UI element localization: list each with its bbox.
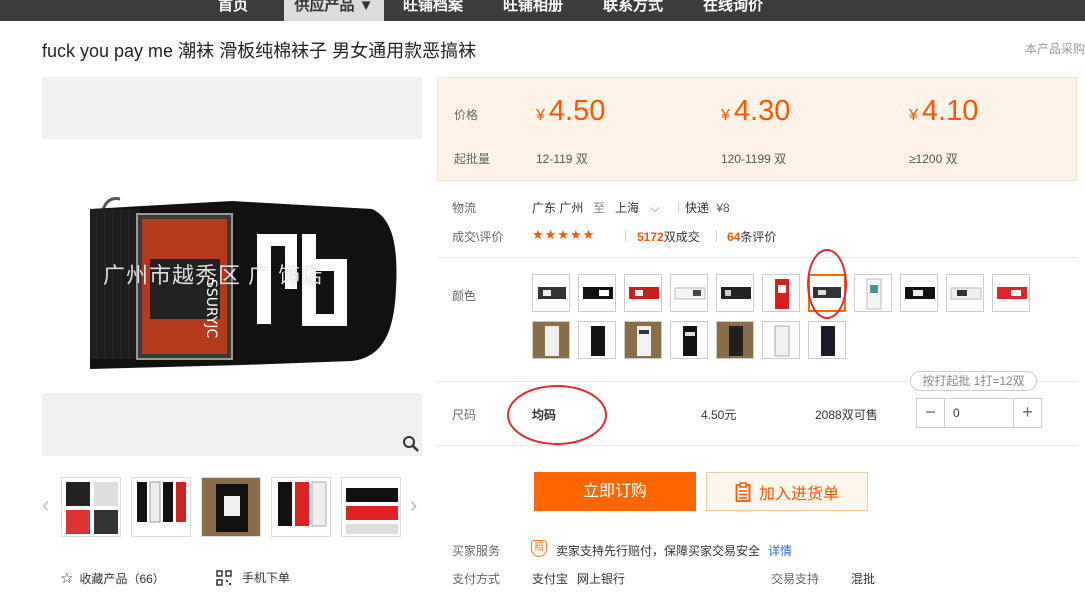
color-swatch-4[interactable]	[670, 274, 708, 312]
separator	[437, 445, 1077, 446]
quantity-stepper: − 0 +	[916, 398, 1042, 428]
thumbnail-1[interactable]	[61, 477, 121, 537]
gallery-frame-bottom	[42, 393, 422, 456]
payment-label: 支付方式	[452, 572, 501, 586]
price-panel: 价格 起批量 ¥4.50 ¥4.30 ¥4.10 12-119 双 120-11…	[437, 77, 1077, 181]
separator	[437, 257, 1077, 258]
batch-tip: 按打起批 1打=12双	[910, 371, 1037, 391]
nav-inquiry[interactable]: 在线询价	[700, 0, 766, 21]
color-swatch-18[interactable]	[808, 321, 846, 359]
nav-profile[interactable]: 旺铺档案	[400, 0, 466, 21]
trade-label: 交易支持	[771, 572, 820, 586]
ship-from: 广东 广州	[532, 201, 584, 215]
nav-products[interactable]: 供应产品 ▼	[284, 0, 384, 21]
ship-to-word: 至	[593, 201, 606, 215]
color-swatch-17[interactable]	[762, 321, 800, 359]
color-swatch-14[interactable]	[624, 321, 662, 359]
reviews-count[interactable]: 64条评价	[727, 228, 776, 245]
shield-icon: 赔	[531, 540, 547, 557]
favorite-label: 收藏产品（66）	[79, 571, 165, 586]
thumbnail-3[interactable]	[201, 477, 261, 537]
price-tier-3: ¥4.10	[909, 95, 979, 127]
thumbnail-4[interactable]	[271, 477, 331, 537]
logistics-label: 物流	[452, 201, 477, 215]
increment-button[interactable]: +	[1013, 399, 1041, 427]
color-swatch-13[interactable]	[578, 321, 616, 359]
moq-tier-3: ≥1200 双	[909, 152, 958, 166]
thumbnail-2[interactable]	[131, 477, 191, 537]
payment-bank: 网上银行	[577, 572, 626, 586]
quantity-input[interactable]: 0	[945, 399, 1013, 427]
payment-alipay: 支付宝	[532, 572, 569, 586]
deals-count[interactable]: 5172双成交	[637, 228, 700, 245]
nav-album[interactable]: 旺铺相册	[500, 0, 566, 21]
price-tier-2: ¥4.30	[721, 95, 791, 127]
color-swatch-16[interactable]	[716, 321, 754, 359]
favorite-product[interactable]: ☆ 收藏产品（66）	[60, 569, 165, 587]
image-watermark: 广州市越秀区 广 饰店	[103, 263, 325, 288]
mobile-order[interactable]: 手机下单	[216, 569, 290, 586]
annotation-circle-color	[807, 249, 847, 319]
color-swatch-3[interactable]	[624, 274, 662, 312]
moq-label: 起批量	[454, 152, 491, 166]
thumbnail-5[interactable]	[341, 477, 401, 537]
color-label: 颜色	[452, 289, 477, 303]
color-swatch-5[interactable]	[716, 274, 754, 312]
service-text: 卖家支持先行赔付，保障买家交易安全	[556, 544, 761, 558]
color-swatch-6[interactable]	[762, 274, 800, 312]
nav-contact[interactable]: 联系方式	[600, 0, 666, 21]
clipboard-icon	[735, 481, 751, 502]
color-swatch-12[interactable]	[532, 321, 570, 359]
divider: |	[677, 199, 681, 213]
size-stock: 2088双可售	[815, 408, 878, 422]
divider: |	[624, 228, 628, 242]
mobile-order-label: 手机下单	[242, 571, 291, 585]
color-swatch-1[interactable]	[532, 274, 570, 312]
add-to-cart-button[interactable]: 加入进货单	[706, 472, 868, 511]
deals-label: 成交\评价	[452, 230, 504, 244]
color-swatch-10[interactable]	[946, 274, 984, 312]
star-outline-icon: ☆	[60, 570, 74, 587]
divider: |	[715, 228, 719, 242]
nav-home[interactable]: 首页	[208, 0, 258, 21]
annotation-circle-size	[507, 385, 607, 445]
search-icon[interactable]	[402, 435, 420, 453]
trade-value: 混批	[851, 572, 876, 586]
size-price: 4.50元	[701, 408, 737, 422]
color-swatch-15[interactable]	[670, 321, 708, 359]
color-swatch-2[interactable]	[578, 274, 616, 312]
color-swatch-11[interactable]	[992, 274, 1030, 312]
price-tier-1: ¥4.50	[536, 95, 606, 127]
size-label: 尺码	[452, 408, 477, 422]
ship-method: 快递 ¥8	[685, 201, 730, 215]
decrement-button[interactable]: −	[917, 399, 945, 427]
qr-code-icon	[216, 569, 232, 586]
buy-now-button[interactable]: 立即订购	[534, 472, 696, 511]
add-to-cart-label: 加入进货单	[758, 485, 839, 503]
moq-tier-1: 12-119 双	[536, 152, 588, 166]
chevron-down-icon: ⌵	[650, 201, 660, 215]
rating-stars: ★★★★★	[532, 227, 596, 242]
chevron-right-icon[interactable]: ›	[410, 494, 422, 516]
purchase-note[interactable]: 本产品采购	[1025, 40, 1085, 57]
ship-to-select[interactable]: 上海 ⌵	[615, 199, 659, 216]
moq-tier-2: 120-1199 双	[721, 152, 787, 166]
gallery-frame-top	[42, 77, 422, 139]
top-nav: 首页 供应产品 ▼ 旺铺档案 旺铺相册 联系方式 在线询价	[0, 0, 1085, 21]
color-swatch-9[interactable]	[900, 274, 938, 312]
chevron-left-icon[interactable]: ‹	[42, 494, 54, 516]
service-label: 买家服务	[452, 544, 501, 558]
product-title: fuck you pay me 潮袜 滑板纯棉袜子 男女通用款恶搞袜	[42, 41, 477, 61]
color-swatch-8[interactable]	[854, 274, 892, 312]
service-details-link[interactable]: 详情	[768, 542, 792, 559]
price-label: 价格	[454, 108, 479, 122]
